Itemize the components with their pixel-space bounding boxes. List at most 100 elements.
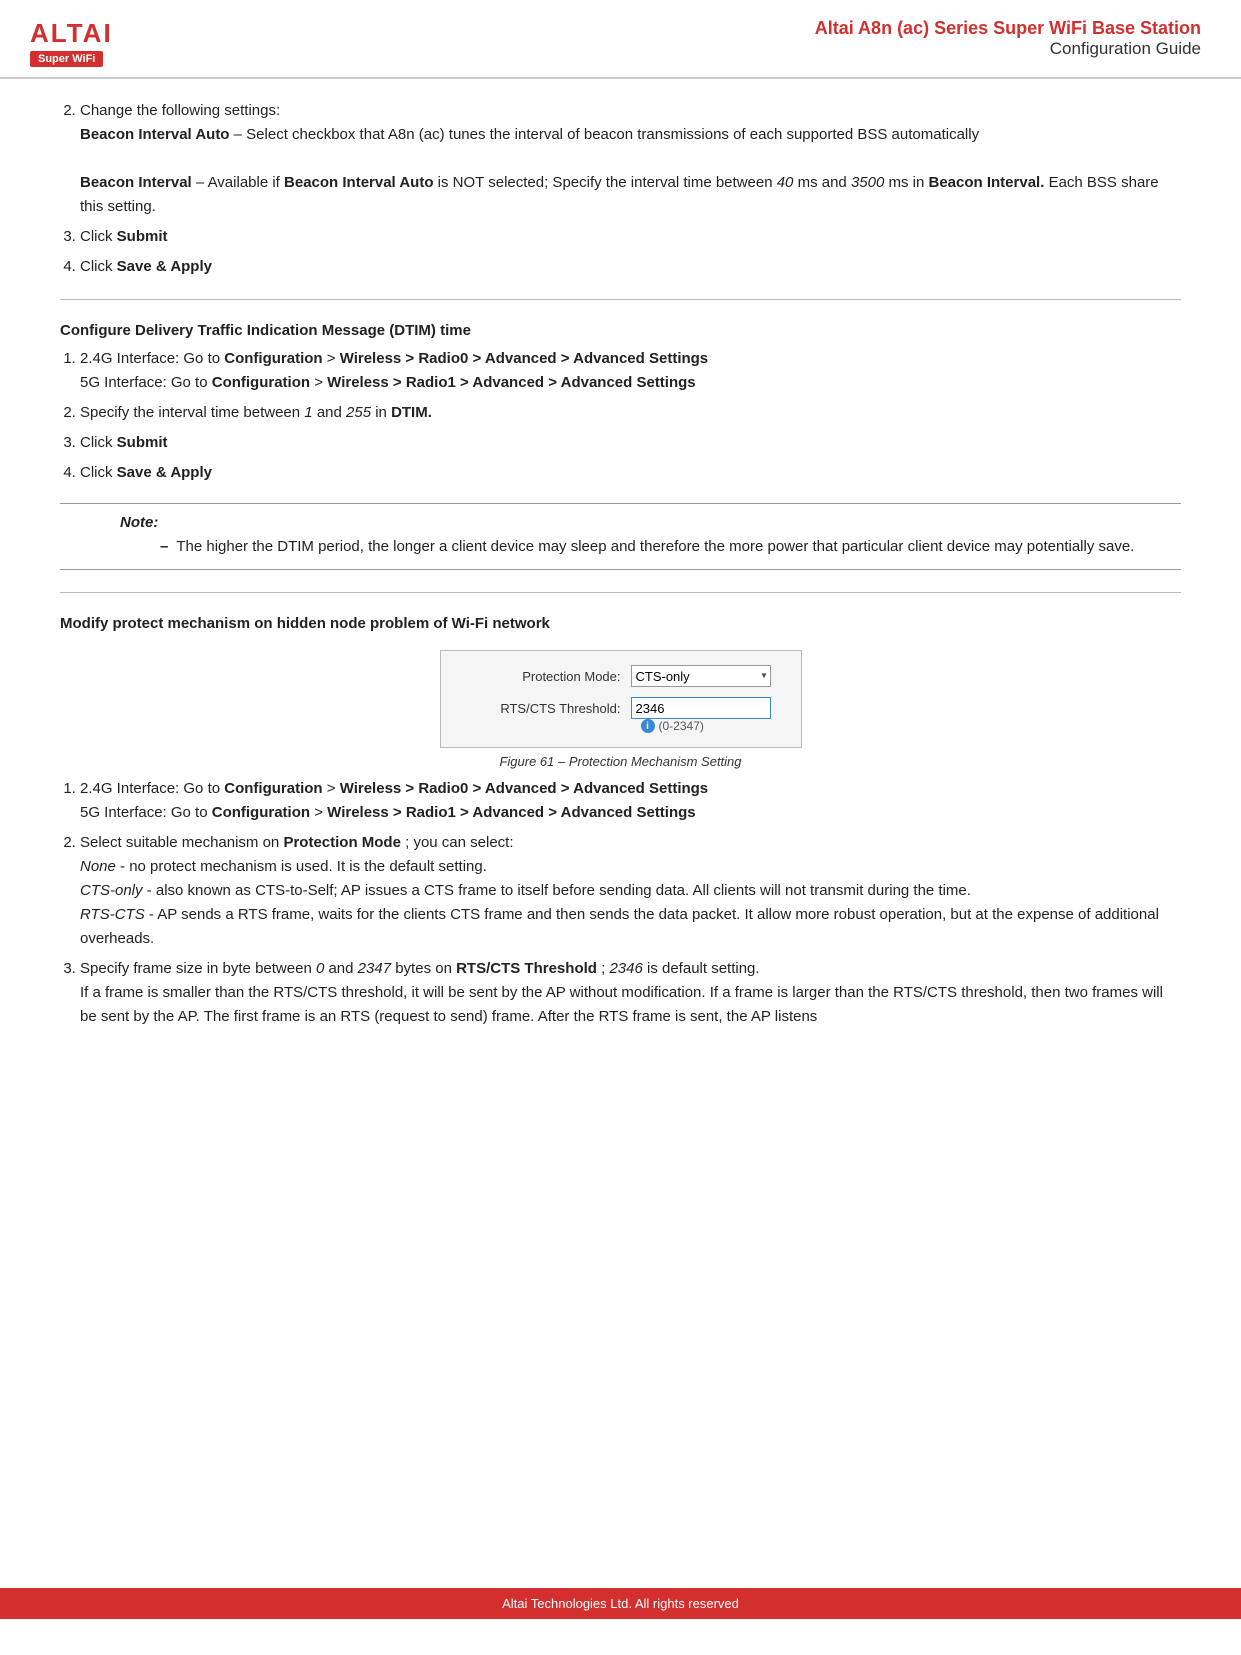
- main-content: Change the following settings: Beacon In…: [0, 79, 1241, 1065]
- protect-item-3: Specify frame size in byte between 0 and…: [80, 957, 1181, 1029]
- section2-list: 2.4G Interface: Go to Configuration > Wi…: [80, 347, 1181, 485]
- rts-threshold-input[interactable]: [631, 697, 771, 719]
- note-label: Note:: [120, 514, 1181, 531]
- page-header: ALTAI Super WiFi Altai A8n (ac) Series S…: [0, 0, 1241, 79]
- beacon-interval-desc3: ms and: [798, 174, 851, 191]
- protect-item-2: Select suitable mechanism on Protection …: [80, 831, 1181, 951]
- mode-none-desc: - no protect mechanism is used. It is th…: [120, 858, 487, 875]
- protection-mode-select-wrapper[interactable]: None CTS-only RTS-CTS ▾: [631, 665, 771, 687]
- change-settings-text: Change the following settings:: [80, 102, 280, 119]
- click-submit-2-pre: Click: [80, 434, 117, 451]
- beacon-interval-desc4: ms in: [888, 174, 928, 191]
- product-title: Altai A8n (ac) Series Super WiFi Base St…: [815, 18, 1201, 39]
- config-guide: Configuration Guide: [815, 39, 1201, 59]
- figure-container: Protection Mode: None CTS-only RTS-CTS ▾…: [60, 650, 1181, 769]
- section3-list: 2.4G Interface: Go to Configuration > Wi…: [80, 777, 1181, 1029]
- save-apply-label-1: Save & Apply: [117, 258, 212, 275]
- rts-threshold-label: RTS/CTS Threshold:: [471, 701, 631, 716]
- specify-frame-post: bytes on: [395, 960, 456, 977]
- footer-bar: Altai Technologies Ltd. All rights reser…: [0, 1588, 1241, 1619]
- rts-hint-row: i (0-2347): [641, 719, 771, 733]
- protection-mode-label: Protection Mode:: [471, 669, 631, 684]
- rts-hint-text: (0-2347): [659, 719, 704, 733]
- select-mechanism-pre: Select suitable mechanism on: [80, 834, 283, 851]
- header-title: Altai A8n (ac) Series Super WiFi Base St…: [815, 18, 1201, 59]
- dtim-2g-path: Wireless > Radio0 > Advanced > Advanced …: [340, 350, 708, 367]
- note-dash-item: – The higher the DTIM period, the longer…: [160, 535, 1181, 559]
- dtim-min: 1: [304, 404, 312, 421]
- is-default: is default setting.: [647, 960, 760, 977]
- mode-cts-label: CTS-only: [80, 882, 143, 899]
- click-submit-1-pre: Click: [80, 228, 117, 245]
- mode-cts-desc: - also known as CTS-to-Self; AP issues a…: [147, 882, 971, 899]
- beacon-interval-desc2: is NOT selected; Specify the interval ti…: [438, 174, 777, 191]
- dtim-in: in: [375, 404, 391, 421]
- mode-rts-desc: - AP sends a RTS frame, waits for the cl…: [80, 906, 1159, 947]
- protect-5g-sep: >: [314, 804, 327, 821]
- protect-5g-path: Wireless > Radio1 > Advanced > Advanced …: [327, 804, 695, 821]
- dtim-heading: Configure Delivery Traffic Indication Me…: [60, 322, 1181, 339]
- divider-2: [60, 592, 1181, 593]
- protect-5g-pre: 5G Interface: Go to: [80, 804, 212, 821]
- click-save-1-pre: Click: [80, 258, 117, 275]
- figure-box: Protection Mode: None CTS-only RTS-CTS ▾…: [440, 650, 802, 748]
- copyright-text: Altai Technologies Ltd. All rights reser…: [502, 1596, 739, 1611]
- rts-threshold-row: RTS/CTS Threshold:: [471, 697, 771, 719]
- mode-rts-label: RTS-CTS: [80, 906, 145, 923]
- info-icon: i: [641, 719, 655, 733]
- frame-max: 2347: [358, 960, 391, 977]
- divider-1: [60, 299, 1181, 300]
- dtim-2g-config: Configuration: [224, 350, 322, 367]
- note-dash: –: [160, 535, 168, 559]
- submit-label-1: Submit: [117, 228, 168, 245]
- dtim-5g-path: Wireless > Radio1 > Advanced > Advanced …: [327, 374, 695, 391]
- logo-text: ALTAI: [30, 18, 113, 49]
- specify-frame-mid: and: [328, 960, 357, 977]
- dtim-specify-pre: Specify the interval time between: [80, 404, 304, 421]
- list-item-submit-1: Click Submit: [80, 225, 1181, 249]
- select-mechanism-post: ; you can select:: [405, 834, 513, 851]
- dtim-item-2: Specify the interval time between 1 and …: [80, 401, 1181, 425]
- rts-threshold-group: RTS/CTS Threshold: i (0-2347): [471, 697, 771, 733]
- protect-mechanism-heading: Modify protect mechanism on hidden node …: [60, 615, 1181, 632]
- beacon-interval-bold: Beacon Interval.: [929, 174, 1045, 191]
- dtim-item-save: Click Save & Apply: [80, 461, 1181, 485]
- beacon-interval-desc1: – Available if: [196, 174, 284, 191]
- specify-frame-pre: Specify frame size in byte between: [80, 960, 316, 977]
- beacon-interval-auto-ref: Beacon Interval Auto: [284, 174, 433, 191]
- beacon-interval-auto-desc: – Select checkbox that A8n (ac) tunes th…: [234, 126, 979, 143]
- protect-2g-pre: 2.4G Interface: Go to: [80, 780, 224, 797]
- dtim-item-submit: Click Submit: [80, 431, 1181, 455]
- protection-mode-row: Protection Mode: None CTS-only RTS-CTS ▾: [471, 665, 771, 687]
- protection-mode-select[interactable]: None CTS-only RTS-CTS: [631, 665, 771, 687]
- page-footer: 56 Altai Technologies Ltd. All rights re…: [0, 1598, 1241, 1619]
- beacon-min: 40: [777, 174, 794, 191]
- dtim-item-1: 2.4G Interface: Go to Configuration > Wi…: [80, 347, 1181, 395]
- dtim-5g-sep1: >: [314, 374, 327, 391]
- dtim-2g-sep1: >: [327, 350, 340, 367]
- default-val: 2346: [609, 960, 642, 977]
- frame-min: 0: [316, 960, 324, 977]
- protect-2g-path: Wireless > Radio0 > Advanced > Advanced …: [340, 780, 708, 797]
- frame-extra: If a frame is smaller than the RTS/CTS t…: [80, 984, 1163, 1025]
- figure-caption: Figure 61 – Protection Mechanism Setting: [499, 754, 741, 769]
- list-item-change-settings: Change the following settings: Beacon In…: [80, 99, 1181, 219]
- note-text: The higher the DTIM period, the longer a…: [176, 535, 1134, 559]
- save-apply-label-2: Save & Apply: [117, 464, 212, 481]
- protect-item-1: 2.4G Interface: Go to Configuration > Wi…: [80, 777, 1181, 825]
- dtim-field: DTIM.: [391, 404, 432, 421]
- note-content: – The higher the DTIM period, the longer…: [160, 535, 1181, 559]
- mode-none-label: None: [80, 858, 116, 875]
- section1-list: Change the following settings: Beacon In…: [80, 99, 1181, 279]
- protect-5g-config: Configuration: [212, 804, 310, 821]
- list-item-save-apply-1: Click Save & Apply: [80, 255, 1181, 279]
- protect-2g-sep: >: [327, 780, 340, 797]
- submit-label-2: Submit: [117, 434, 168, 451]
- beacon-interval-auto-term: Beacon Interval Auto: [80, 126, 229, 143]
- logo-area: ALTAI Super WiFi: [30, 18, 113, 67]
- dtim-5g-config: Configuration: [212, 374, 310, 391]
- beacon-max: 3500: [851, 174, 884, 191]
- protection-mode-bold: Protection Mode: [283, 834, 401, 851]
- wifi-badge: Super WiFi: [30, 51, 103, 67]
- dtim-max: 255: [346, 404, 371, 421]
